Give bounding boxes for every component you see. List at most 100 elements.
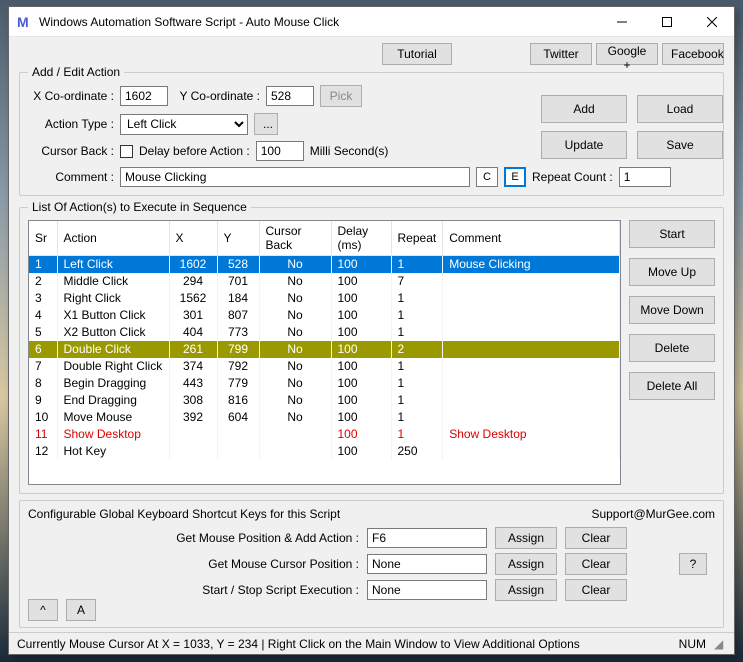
cell-comment [443, 324, 620, 341]
action-table[interactable]: Sr Action X Y Cursor Back Delay (ms) Rep… [28, 220, 621, 485]
cell-action: Double Right Click [57, 358, 169, 375]
cell-sr: 1 [29, 256, 57, 273]
col-delay[interactable]: Delay (ms) [331, 221, 391, 256]
help-button[interactable]: ? [679, 553, 707, 575]
col-sr[interactable]: Sr [29, 221, 57, 256]
table-row[interactable]: 11Show Desktop1001Show Desktop [29, 426, 620, 443]
save-button[interactable]: Save [637, 131, 723, 159]
col-cb[interactable]: Cursor Back [259, 221, 331, 256]
close-button[interactable] [689, 7, 734, 36]
table-row[interactable]: 1Left Click1602528No1001Mouse Clicking [29, 256, 620, 273]
google-button[interactable]: Google + [596, 43, 658, 65]
cell-repeat: 1 [391, 358, 443, 375]
pick-button[interactable]: Pick [320, 85, 362, 107]
hk3-clear[interactable]: Clear [565, 579, 627, 601]
col-comment[interactable]: Comment [443, 221, 620, 256]
cell-y: 792 [217, 358, 259, 375]
load-button[interactable]: Load [637, 95, 723, 123]
cell-delay: 100 [331, 358, 391, 375]
action-type-select[interactable]: Left Click [120, 114, 248, 135]
comment-input[interactable] [120, 167, 470, 187]
resize-grip-icon[interactable]: ◢ [714, 637, 726, 651]
cell-sr: 3 [29, 290, 57, 307]
table-row[interactable]: 8Begin Dragging443779No1001 [29, 375, 620, 392]
twitter-button[interactable]: Twitter [530, 43, 592, 65]
y-coord-label: Y Co-ordinate : [174, 89, 260, 103]
hk2-clear[interactable]: Clear [565, 553, 627, 575]
cell-x: 308 [169, 392, 217, 409]
x-coord-label: X Co-ordinate : [28, 89, 114, 103]
caret-up-button[interactable]: ^ [28, 599, 58, 621]
titlebar[interactable]: M Windows Automation Software Script - A… [9, 7, 734, 37]
hotkeys-group: Configurable Global Keyboard Shortcut Ke… [19, 500, 724, 628]
add-button[interactable]: Add [541, 95, 627, 123]
table-row[interactable]: 7Double Right Click374792No1001 [29, 358, 620, 375]
cell-sr: 10 [29, 409, 57, 426]
hk1-clear[interactable]: Clear [565, 527, 627, 549]
repeat-count-input[interactable] [619, 167, 671, 187]
movedown-button[interactable]: Move Down [629, 296, 715, 324]
facebook-button[interactable]: Facebook [662, 43, 724, 65]
hk3-input[interactable] [367, 580, 487, 600]
tutorial-button[interactable]: Tutorial [382, 43, 452, 65]
action-type-more-button[interactable]: ... [254, 113, 278, 135]
status-text: Currently Mouse Cursor At X = 1033, Y = … [17, 637, 671, 651]
cell-comment [443, 341, 620, 358]
action-type-label: Action Type : [28, 117, 114, 131]
hk3-assign[interactable]: Assign [495, 579, 557, 601]
delete-button[interactable]: Delete [629, 334, 715, 362]
cell-y: 816 [217, 392, 259, 409]
delay-label: Delay before Action : [139, 144, 250, 158]
cell-cb [259, 426, 331, 443]
cell-repeat: 1 [391, 426, 443, 443]
table-row[interactable]: 9End Dragging308816No1001 [29, 392, 620, 409]
cell-y: 184 [217, 290, 259, 307]
y-coord-input[interactable] [266, 86, 314, 106]
cell-cb: No [259, 324, 331, 341]
update-button[interactable]: Update [541, 131, 627, 159]
hk1-input[interactable] [367, 528, 487, 548]
e-button[interactable]: E [504, 167, 526, 187]
col-x[interactable]: X [169, 221, 217, 256]
table-row[interactable]: 2Middle Click294701No1007 [29, 273, 620, 290]
delay-unit: Milli Second(s) [310, 144, 389, 158]
deleteall-button[interactable]: Delete All [629, 372, 715, 400]
table-row[interactable]: 3Right Click1562184No1001 [29, 290, 620, 307]
table-row[interactable]: 12Hot Key100250 [29, 443, 620, 460]
x-coord-input[interactable] [120, 86, 168, 106]
table-row[interactable]: 6Double Click261799No1002 [29, 341, 620, 358]
start-button[interactable]: Start [629, 220, 715, 248]
numlock-indicator: NUM [679, 637, 706, 651]
cell-y: 773 [217, 324, 259, 341]
col-repeat[interactable]: Repeat [391, 221, 443, 256]
col-y[interactable]: Y [217, 221, 259, 256]
cell-sr: 4 [29, 307, 57, 324]
hk1-assign[interactable]: Assign [495, 527, 557, 549]
table-row[interactable]: 10Move Mouse392604No1001 [29, 409, 620, 426]
c-button[interactable]: C [476, 167, 498, 187]
hk2-input[interactable] [367, 554, 487, 574]
cell-repeat: 1 [391, 392, 443, 409]
moveup-button[interactable]: Move Up [629, 258, 715, 286]
cell-comment [443, 392, 620, 409]
cell-x: 1602 [169, 256, 217, 273]
hk2-assign[interactable]: Assign [495, 553, 557, 575]
support-link[interactable]: Support@MurGee.com [591, 507, 715, 521]
maximize-button[interactable] [644, 7, 689, 36]
cursor-back-label: Cursor Back : [28, 144, 114, 158]
cell-cb: No [259, 256, 331, 273]
a-button[interactable]: A [66, 599, 96, 621]
table-row[interactable]: 4X1 Button Click301807No1001 [29, 307, 620, 324]
col-action[interactable]: Action [57, 221, 169, 256]
cell-comment [443, 409, 620, 426]
delay-input[interactable] [256, 141, 304, 161]
table-row[interactable]: 5X2 Button Click404773No1001 [29, 324, 620, 341]
hk1-label: Get Mouse Position & Add Action : [176, 531, 359, 545]
cell-delay: 100 [331, 375, 391, 392]
window-controls [599, 7, 734, 36]
add-edit-legend: Add / Edit Action [28, 65, 124, 79]
minimize-button[interactable] [599, 7, 644, 36]
cell-delay: 100 [331, 256, 391, 273]
cell-delay: 100 [331, 426, 391, 443]
cursor-back-checkbox[interactable] [120, 145, 133, 158]
